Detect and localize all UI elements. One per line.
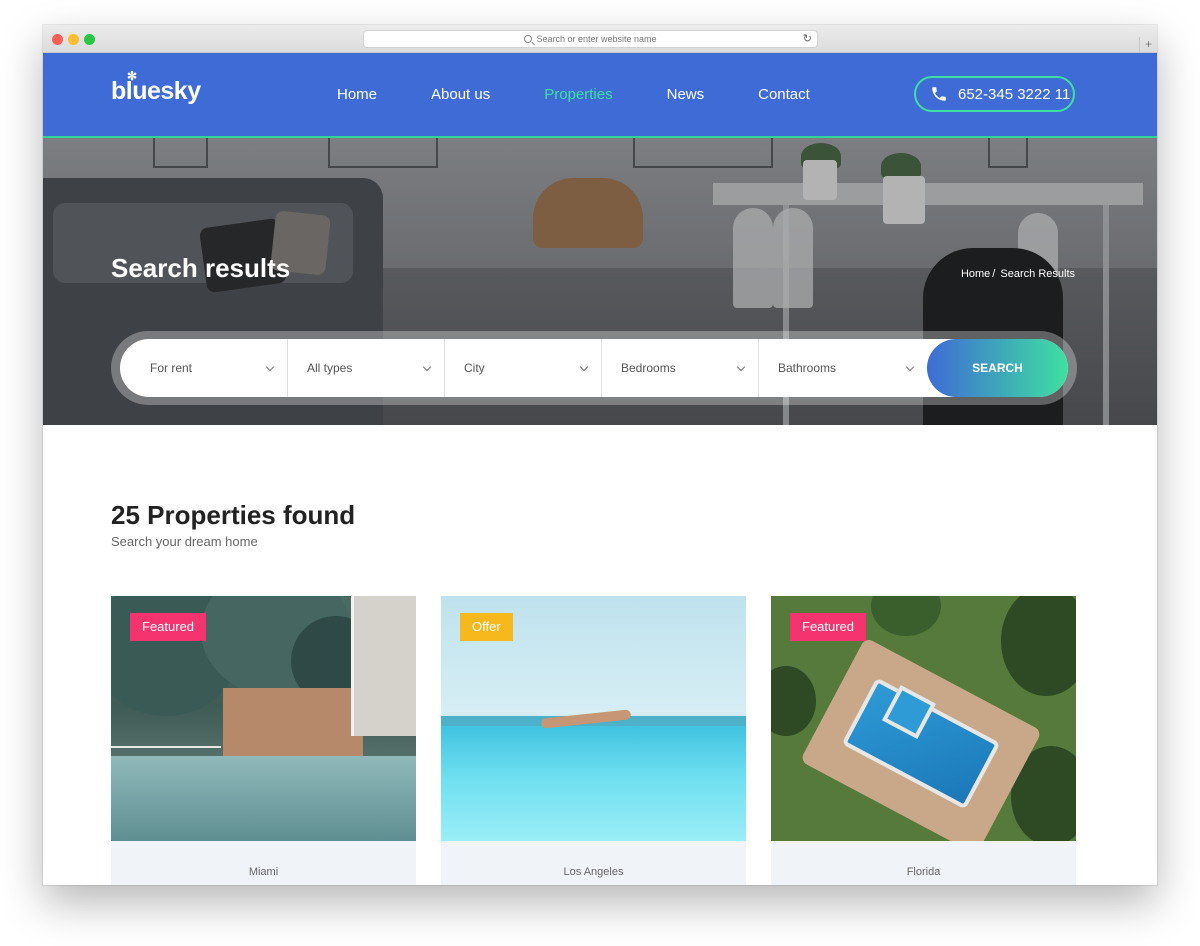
offer-badge: Offer [460, 613, 513, 641]
listing-type-select[interactable]: For rent [120, 339, 288, 397]
property-image[interactable]: Featured [771, 596, 1076, 841]
phone-icon [932, 87, 946, 101]
breadcrumb: Home / Search Results [961, 268, 1075, 280]
breadcrumb-home[interactable]: Home [961, 268, 990, 280]
page-title: Search results [111, 253, 291, 283]
property-city: Miami [248, 866, 279, 878]
city-select[interactable]: City [445, 339, 602, 397]
search-icon [524, 35, 533, 43]
new-tab-button[interactable]: + [1139, 37, 1157, 53]
breadcrumb-current: Search Results [1000, 268, 1075, 280]
phone-number: 652-345 3222 11 [958, 85, 1071, 103]
chevron-down-icon [905, 362, 915, 372]
nav-item-news[interactable]: News [667, 86, 705, 103]
nav-item-about-us[interactable]: About us [431, 86, 490, 103]
property-type-select[interactable]: All types [288, 339, 445, 397]
reload-icon[interactable]: ↻ [803, 33, 812, 45]
logo-text: bluesky [111, 77, 201, 105]
zoom-window-button[interactable] [84, 34, 95, 45]
chevron-down-icon [736, 362, 746, 372]
property-city: Los Angeles [563, 866, 624, 878]
browser-toolbar: Search or enter website name ↻ + [43, 25, 1157, 53]
address-bar[interactable]: Search or enter website name ↻ [363, 30, 818, 48]
chevron-down-icon [422, 362, 432, 372]
close-window-button[interactable] [52, 34, 63, 45]
phone-button[interactable]: 652-345 3222 11 [914, 76, 1075, 112]
site-header: ✻ bluesky Home About us Properties News … [43, 53, 1157, 138]
bedrooms-select[interactable]: Bedrooms [602, 339, 759, 397]
address-placeholder: Search or enter website name [536, 34, 657, 44]
chevron-down-icon [265, 362, 275, 372]
property-search-form: For rent All types City Bedrooms Bathroo… [111, 331, 1077, 405]
search-button[interactable]: SEARCH [927, 339, 1068, 397]
minimize-window-button[interactable] [68, 34, 79, 45]
main-nav: Home About us Properties News Contact [337, 86, 864, 103]
property-card[interactable]: Offer Los Angeles [441, 596, 746, 885]
palm-tree-icon: ✻ [127, 69, 137, 83]
featured-badge: Featured [790, 613, 867, 641]
browser-window: Search or enter website name ↻ + ✻ blues… [43, 25, 1157, 885]
property-card[interactable]: Featured Miami [111, 596, 416, 885]
nav-item-home[interactable]: Home [337, 86, 377, 103]
property-image[interactable]: Featured [111, 596, 416, 841]
results-subtitle: Search your dream home [111, 534, 258, 549]
chevron-down-icon [579, 362, 589, 372]
nav-item-properties[interactable]: Properties [544, 86, 612, 103]
nav-item-contact[interactable]: Contact [758, 86, 810, 103]
property-image[interactable]: Offer [441, 596, 746, 841]
bathrooms-select[interactable]: Bathrooms [759, 339, 927, 397]
hero-banner: Search results Home / Search Results For … [43, 138, 1157, 425]
site-logo[interactable]: ✻ bluesky [111, 69, 201, 106]
featured-badge: Featured [130, 613, 207, 641]
property-city: Florida [906, 866, 941, 878]
property-card[interactable]: Featured Florida [771, 596, 1076, 885]
results-title: 25 Properties found [111, 500, 356, 530]
breadcrumb-separator: / [992, 268, 996, 280]
